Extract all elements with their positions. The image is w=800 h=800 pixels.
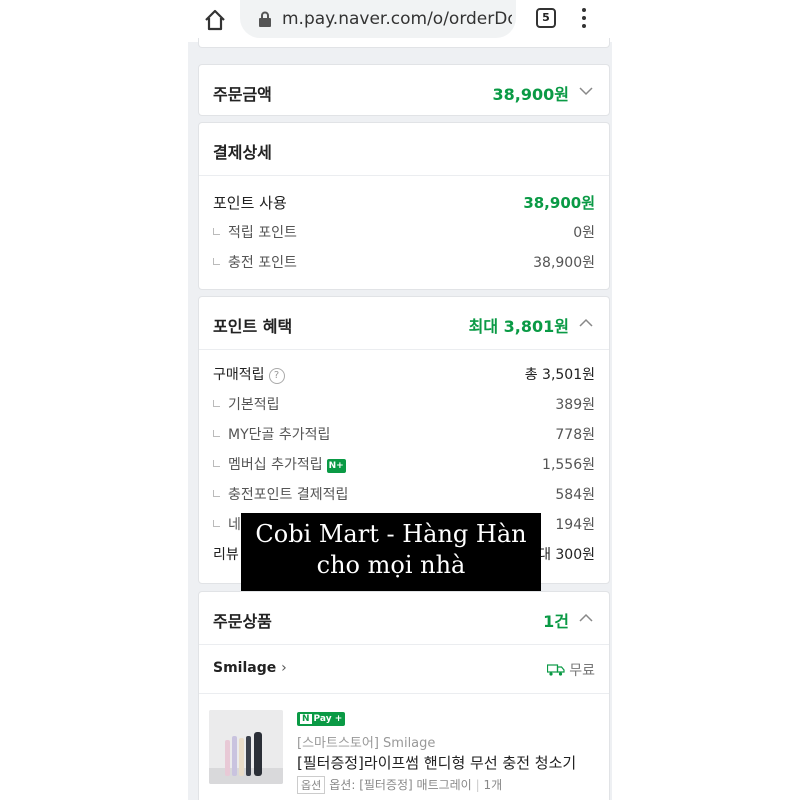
previous-card (198, 38, 610, 48)
earned-points-row: 적립 포인트 0원 (199, 216, 609, 246)
purchase-reward-value: 총 3,501원 (524, 367, 595, 383)
order-amount-title: 주문금액 (213, 85, 272, 104)
home-icon[interactable] (202, 7, 228, 33)
product-option: 옵션 옵션: [필터증정] 매트그레이 | 1개 (297, 776, 502, 794)
charge-payment-reward-value: 584원 (555, 487, 595, 503)
chevron-up-icon[interactable] (579, 611, 593, 625)
my-regular-reward-row: MY단골 추가적립 778원 (199, 418, 609, 448)
point-benefits-max: 최대 3,801원 (468, 317, 569, 336)
npay-badge-text: Pay + (313, 714, 343, 724)
vacuum-product-image (209, 710, 283, 784)
chevron-up-icon[interactable] (579, 316, 593, 330)
shop-name: Smilage (213, 660, 277, 676)
branch-icon (213, 430, 220, 437)
naver-reward-value: 194원 (555, 517, 595, 533)
more-menu-icon[interactable] (580, 8, 588, 30)
npay-plus-badge-icon: N+ (326, 459, 346, 473)
point-benefits-title: 포인트 혜택 (213, 317, 293, 336)
naver-reward-label: 네 (228, 517, 241, 533)
order-items-header[interactable]: 주문상품 1건 (199, 592, 609, 644)
chevron-right-icon: › (281, 660, 287, 676)
points-used-label: 포인트 사용 (213, 194, 287, 212)
shop-row: Smilage › 무료 (199, 645, 609, 693)
charged-points-value: 38,900원 (533, 255, 595, 271)
purchase-reward-row: 구매적립? 총 3,501원 (199, 358, 609, 388)
branch-icon (213, 228, 220, 235)
truck-icon (547, 664, 565, 676)
points-used-row: 포인트 사용 38,900원 (199, 186, 609, 216)
overlay-line-2: cho mọi nhà (316, 551, 466, 579)
browser-toolbar: m.pay.naver.com/o/orderDone 5 (188, 0, 612, 42)
charge-payment-reward-row: 충전포인트 결제적립 584원 (199, 478, 609, 508)
branch-icon (213, 460, 220, 467)
phone-screen: m.pay.naver.com/o/orderDone 5 주문금액 38,90… (188, 0, 612, 800)
charge-payment-reward-label: 충전포인트 결제적립 (228, 487, 349, 503)
product-name[interactable]: [필터증정]라이프썸 핸디형 무선 충전 청소기 (297, 752, 597, 773)
point-benefits-header[interactable]: 포인트 혜택 최대 3,801원 (199, 297, 609, 349)
my-regular-reward-value: 778원 (555, 427, 595, 443)
points-used-value: 38,900원 (523, 194, 595, 212)
basic-reward-row: 기본적립 389원 (199, 388, 609, 418)
product-item[interactable]: N Pay + [스마트스토어] Smilage [필터증정]라이프썸 핸디형 무… (199, 694, 609, 800)
earned-points-label: 적립 포인트 (228, 225, 297, 241)
npay-n-icon: N (300, 714, 312, 724)
basic-reward-value: 389원 (555, 397, 595, 413)
shipping-fee: 무료 (569, 663, 595, 679)
order-items-title: 주문상품 (213, 612, 272, 631)
branch-icon (213, 400, 220, 407)
option-text: 옵션: [필터증정] 매트그레이 (329, 778, 472, 792)
membership-reward-label: 멤버십 추가적립 (228, 457, 323, 473)
payment-details-card: 결제상세 포인트 사용 38,900원 적립 포인트 0원 충전 포인트 38,… (198, 122, 610, 290)
charged-points-label: 충전 포인트 (228, 255, 297, 271)
branch-icon (213, 258, 220, 265)
payment-details-title: 결제상세 (213, 143, 272, 162)
branch-icon (213, 490, 220, 497)
order-amount-card[interactable]: 주문금액 38,900원 (198, 64, 610, 116)
branch-icon (213, 520, 220, 527)
store-name: [스마트스토어] Smilage (297, 736, 436, 751)
product-thumbnail[interactable] (209, 710, 283, 784)
membership-reward-value: 1,556원 (542, 457, 595, 473)
chevron-down-icon[interactable] (579, 84, 593, 98)
review-reward-label: 리뷰 (213, 547, 239, 563)
quantity-text: 1개 (483, 778, 503, 792)
shipping-info: 무료 (547, 660, 595, 680)
my-regular-reward-label: MY단골 추가적립 (228, 427, 331, 443)
charged-points-row: 충전 포인트 38,900원 (199, 246, 609, 276)
review-reward-value: 대 300원 (538, 547, 595, 563)
overlay-line-1: Cobi Mart - Hàng Hàn (255, 520, 527, 548)
membership-reward-row: 멤버십 추가적립 N+ 1,556원 (199, 448, 609, 478)
purchase-reward-label: 구매적립 (213, 367, 265, 383)
watermark-overlay: Cobi Mart - Hàng Hàn cho mọi nhà (241, 513, 541, 591)
order-items-card: 주문상품 1건 Smilage › 무료 N Pay + [스마트스토어] Sm… (198, 591, 610, 800)
order-amount-value: 38,900원 (492, 85, 569, 104)
basic-reward-label: 기본적립 (228, 397, 280, 413)
earned-points-value: 0원 (573, 225, 595, 241)
address-bar[interactable]: m.pay.naver.com/o/orderDone (240, 0, 516, 38)
npay-badge: N Pay + (297, 712, 346, 726)
url-text: m.pay.naver.com/o/orderDone (282, 9, 512, 29)
tab-switcher-button[interactable]: 5 (536, 8, 556, 28)
help-icon[interactable]: ? (268, 368, 285, 384)
order-items-count: 1건 (543, 612, 569, 631)
shop-link[interactable]: Smilage › (213, 660, 287, 676)
lock-icon (259, 11, 271, 27)
option-tag: 옵션 (297, 776, 326, 794)
